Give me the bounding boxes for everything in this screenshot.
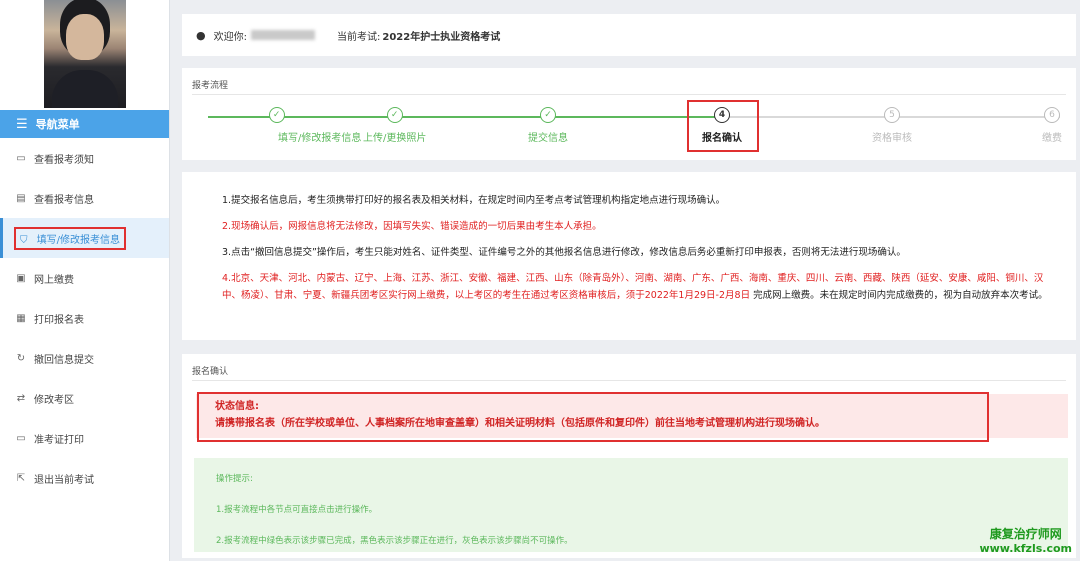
message-icon: ▭ xyxy=(16,152,26,164)
step-fill-info[interactable]: ✓ 填写/修改报考信息 xyxy=(192,107,361,144)
shield-check-icon: ⛉ xyxy=(20,234,28,246)
step-payment[interactable]: 6 缴费 xyxy=(1042,107,1062,144)
id-card-icon: ▭ xyxy=(16,432,26,444)
sidebar-item-edit-info[interactable]: ⛉ 填写/修改报考信息 xyxy=(0,218,169,258)
tips-box: 操作提示: 1.报考流程中各节点可直接点击进行操作。 2.报考流程中绿色表示该步… xyxy=(194,458,1068,552)
tips-title: 操作提示: xyxy=(216,474,253,484)
payment-icon: ▣ xyxy=(16,272,26,284)
user-icon: ● xyxy=(196,28,206,42)
current-exam-label: 当前考试: xyxy=(336,31,381,43)
sidebar: ☰ 导航菜单 ▭ 查看报考须知 ▤ 查看报考信息 ⛉ 填写/修改报考信息 ▣ 网… xyxy=(0,0,170,561)
watermark: 康复治疗师网 www.kfzls.com xyxy=(979,527,1072,555)
menu-icon: ☰ xyxy=(16,116,28,132)
step-qualification[interactable]: 5 资格审核 xyxy=(872,107,912,144)
tip-2: 2.报考流程中绿色表示该步骤已完成，黑色表示该步骤正在进行，灰色表示该步骤尚不可… xyxy=(216,536,573,546)
sidebar-item-print-form[interactable]: ▦ 打印报名表 xyxy=(0,298,169,338)
nav-menu-title: 导航菜单 xyxy=(35,118,80,131)
status-text: 请携带报名表（所在学校或单位、人事档案所在地审查盖章）和相关证明材料（包括原件和… xyxy=(215,418,825,429)
step-upload-photo[interactable]: ✓ 上传/更换照片 xyxy=(363,107,426,144)
tip-1: 1.报考流程中各节点可直接点击进行操作。 xyxy=(216,505,378,515)
confirm-title: 报名确认 xyxy=(192,367,229,377)
exit-icon: ⇱ xyxy=(16,472,26,484)
nav-list: ▭ 查看报考须知 ▤ 查看报考信息 ⛉ 填写/修改报考信息 ▣ 网上缴费 ▦ 打… xyxy=(0,138,169,498)
sidebar-item-admission-print[interactable]: ▭ 准考证打印 xyxy=(0,418,169,458)
nav-menu-header: ☰ 导航菜单 xyxy=(0,110,169,138)
sidebar-item-withdraw[interactable]: ↻ 撤回信息提交 xyxy=(0,338,169,378)
welcome-bar: ● 欢迎你: 当前考试: 2022年护士执业资格考试 xyxy=(182,14,1076,56)
user-name-redacted xyxy=(250,30,315,40)
avatar xyxy=(43,0,126,108)
notice-item-2: 2.现场确认后，网报信息将无法修改，因填写失实、错误造成的一切后果由考生本人承担… xyxy=(222,221,602,233)
sidebar-item-view-notice[interactable]: ▭ 查看报考须知 xyxy=(0,138,169,178)
sidebar-item-payment[interactable]: ▣ 网上缴费 xyxy=(0,258,169,298)
status-label: 状态信息: xyxy=(215,401,259,412)
confirm-panel: 报名确认 状态信息: 请携带报名表（所在学校或单位、人事档案所在地审查盖章）和相… xyxy=(182,354,1076,558)
process-title: 报考流程 xyxy=(192,81,229,91)
notice-item-3: 3.点击“撤回信息提交”操作后，考生只能对姓名、证件类型、证件编号之外的其他报名… xyxy=(222,247,906,259)
sidebar-item-change-area[interactable]: ⇄ 修改考区 xyxy=(0,378,169,418)
process-panel: 报考流程 ✓ 填写/修改报考信息 ✓ 上传/更换照片 ✓ 提交信息 4 报名确认… xyxy=(182,68,1076,160)
welcome-label: 欢迎你: xyxy=(213,31,247,43)
swap-icon: ⇄ xyxy=(16,392,26,404)
step-confirm[interactable]: 4 报名确认 xyxy=(702,107,742,144)
document-icon: ▤ xyxy=(16,192,26,204)
check-icon: ✓ xyxy=(386,107,403,123)
step-submit-info[interactable]: ✓ 提交信息 xyxy=(528,107,568,144)
check-icon: ✓ xyxy=(540,107,556,123)
notice-item-4-tail: 完成网上缴费。未在规定时间内完成缴费的，视为自动放弃本次考试。 xyxy=(753,290,1048,302)
current-exam: 2022年护士执业资格考试 xyxy=(382,31,501,43)
sidebar-item-view-info[interactable]: ▤ 查看报考信息 xyxy=(0,178,169,218)
print-form-icon: ▦ xyxy=(16,312,26,324)
check-icon: ✓ xyxy=(268,107,285,123)
notice-item-1: 1.提交报名信息后，考生须携带打印好的报名表及相关材料，在规定时间内至考点考试管… xyxy=(222,195,726,206)
undo-icon: ↻ xyxy=(16,352,26,364)
status-message: 状态信息: 请携带报名表（所在学校或单位、人事档案所在地审查盖章）和相关证明材料… xyxy=(197,392,989,442)
notice-panel: 1.提交报名信息后，考生须携带打印好的报名表及相关材料，在规定时间内至考点考试管… xyxy=(182,172,1076,340)
sidebar-item-exit-exam[interactable]: ⇱ 退出当前考试 xyxy=(0,458,169,498)
